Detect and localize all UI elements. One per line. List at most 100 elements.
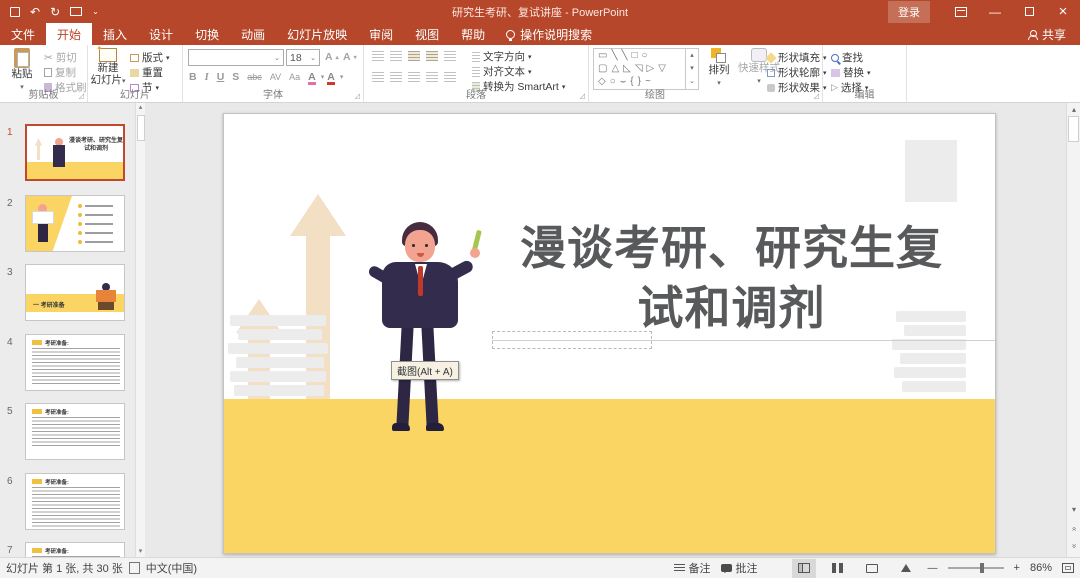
tab-animations[interactable]: 动画 [230,23,276,45]
align-left-icon[interactable] [372,72,384,82]
zoom-out-button[interactable]: — [928,563,938,574]
highlight-color-button[interactable]: A [308,71,316,83]
previous-slide-button[interactable]: « [1067,522,1080,536]
thumbnail-slide-2[interactable] [25,195,125,252]
shrink-font-button[interactable]: A▾ [343,51,357,63]
zoom-percentage[interactable]: 86% [1030,562,1052,574]
reading-view-button[interactable] [860,559,884,578]
font-size-combo[interactable]: 18 ⌄ [286,49,320,66]
clipboard-dialog-launcher-icon[interactable]: ◿ [79,92,84,100]
increase-indent-icon[interactable] [426,51,438,61]
undo-icon[interactable]: ↶ [30,5,40,19]
align-right-icon[interactable] [408,72,420,82]
spell-check-icon[interactable] [129,562,140,574]
tab-help[interactable]: 帮助 [450,23,496,45]
thumbnail-slide-4[interactable]: 考研准备: [25,334,125,391]
paper-stack-right-4 [900,353,966,364]
zoom-slider[interactable] [948,567,1004,569]
thumbnail-slide-6[interactable]: 考研准备: [25,473,125,530]
change-case-button[interactable]: Aa [289,72,300,82]
columns-icon[interactable] [444,72,456,82]
copy-button[interactable]: 复制 [44,65,76,80]
align-text-button[interactable]: 对齐文本 ▾ [472,64,532,79]
thumbnail-slide-3[interactable]: 一 考研准备 [25,264,125,321]
start-slideshow-icon[interactable] [70,7,82,16]
slide-counter[interactable]: 幻灯片 第 1 张, 共 30 张 [6,560,123,576]
grow-font-button[interactable]: A▴ [325,51,339,63]
comments-toggle[interactable]: 批注 [721,560,758,576]
reset-button[interactable]: 重置 [130,65,163,80]
tab-review[interactable]: 审阅 [358,23,404,45]
minimize-button[interactable]: — [978,0,1012,23]
drawing-dialog-launcher-icon[interactable]: ◿ [814,92,819,100]
tab-home[interactable]: 开始 [46,23,92,45]
tab-file[interactable]: 文件 [0,23,46,45]
customize-qat-icon[interactable]: ⌄ [92,7,99,16]
bold-button[interactable]: B [189,71,197,83]
tab-view[interactable]: 视图 [404,23,450,45]
normal-view-button[interactable] [792,559,816,578]
thumbnail-scrollbar[interactable]: ▴ ▾ [135,103,145,557]
zoom-in-button[interactable]: + [1014,562,1020,574]
next-slide-button[interactable]: » [1067,539,1080,553]
scroll-thumb[interactable] [1068,116,1079,142]
scroll-down-icon[interactable]: ▾ [1067,503,1080,517]
underline-button[interactable]: U [217,71,225,83]
scroll-up-icon[interactable]: ▴ [1067,103,1080,117]
thumbnail-slide-7[interactable]: 考研准备: [25,542,125,557]
shapes-scroll-up-icon[interactable]: ▴ [686,49,698,62]
tell-me-search[interactable]: 操作说明搜索 [496,23,602,45]
close-button[interactable]: × [1046,0,1080,23]
shapes-scroll-down-icon[interactable]: ▾ [686,62,698,75]
tab-design[interactable]: 设计 [138,23,184,45]
paragraph-dialog-launcher-icon[interactable]: ◿ [580,92,585,100]
redo-icon[interactable]: ↻ [50,5,60,19]
align-center-icon[interactable] [390,72,402,82]
ribbon-display-options-button[interactable] [944,0,978,23]
tab-transitions[interactable]: 切换 [184,23,230,45]
text-direction-button[interactable]: 文字方向 ▾ [472,49,532,64]
font-color-button[interactable]: A [327,71,335,83]
canvas-scrollbar[interactable]: ▴ ▾ « » [1066,103,1080,557]
share-button[interactable]: 共享 [1014,23,1080,45]
tab-slideshow[interactable]: 幻灯片放映 [276,23,358,45]
find-button[interactable]: 查找 [831,50,863,65]
thumbnail-scroll-thumb[interactable] [137,115,145,141]
replace-button[interactable]: 替换 ▾ [831,65,871,80]
justify-icon[interactable] [426,72,438,82]
shapes-gallery[interactable]: ▭╲╲□○ ▢△◺◹▷▽ ◇○⌣{}~ ▴ ▾ ⌄ [593,48,699,90]
slide-sorter-view-button[interactable] [826,559,850,578]
fit-slide-to-window-icon[interactable] [1062,563,1074,573]
thumbnail-scroll-down-icon[interactable]: ▾ [136,547,145,557]
language-indicator[interactable]: 中文(中国) [146,560,197,576]
slide-editor[interactable]: 漫谈考研、研究生复 试和调剂 截图(Alt + A) [223,113,996,554]
thumbnail-scroll-up-icon[interactable]: ▴ [136,103,145,113]
arrange-button[interactable]: 排列 ▾ [703,48,735,90]
shape-outline-button[interactable]: 形状轮廓 ▾ [767,65,827,80]
slide-title[interactable]: 漫谈考研、研究生复 试和调剂 [449,218,996,338]
character-spacing-button[interactable]: AV [270,72,281,82]
slideshow-view-button[interactable] [894,559,918,578]
shape-fill-button[interactable]: 形状填充 ▾ [767,50,827,65]
cut-button[interactable]: ✂ 剪切 [44,50,77,65]
thumbnail-slide-1[interactable]: 漫谈考研、研究生复试和调剂 [25,124,125,181]
shapes-gallery-scroll[interactable]: ▴ ▾ ⌄ [685,49,698,89]
bullets-icon[interactable] [372,51,384,61]
save-icon[interactable] [10,7,20,17]
text-shadow-button[interactable]: S [232,71,239,83]
font-name-combo[interactable]: ⌄ [188,49,284,66]
font-dialog-launcher-icon[interactable]: ◿ [355,92,360,100]
line-spacing-icon[interactable] [444,51,456,61]
new-slide-button[interactable]: 新建 幻灯片▾ [90,48,126,88]
layout-button[interactable]: 版式 ▾ [130,50,170,65]
decrease-indent-icon[interactable] [408,51,420,61]
tab-insert[interactable]: 插入 [92,23,138,45]
notes-toggle[interactable]: 备注 [674,560,711,576]
thumbnail-slide-5[interactable]: 考研准备: [25,403,125,460]
strikethrough-button[interactable]: abc [247,72,262,82]
zoom-slider-thumb[interactable] [980,563,984,573]
numbering-icon[interactable] [390,51,402,61]
italic-button[interactable]: I [205,72,209,83]
restore-button[interactable] [1012,0,1046,23]
login-button[interactable]: 登录 [888,1,930,23]
